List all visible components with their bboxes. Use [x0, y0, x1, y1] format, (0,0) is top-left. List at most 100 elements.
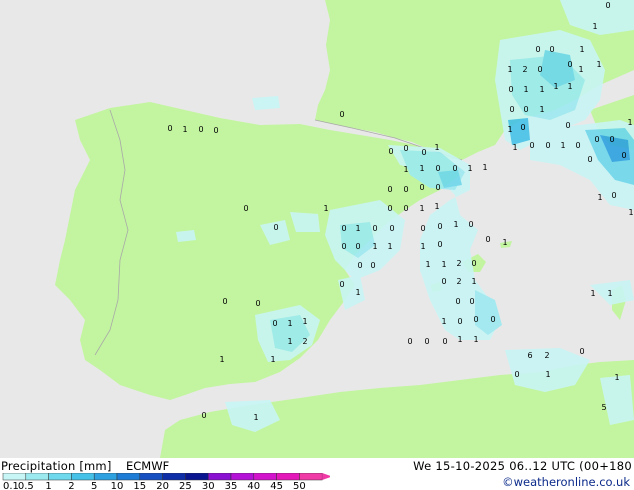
value-label: 0	[455, 297, 460, 306]
value-label: 1	[403, 165, 408, 174]
scale-swatch	[162, 473, 186, 481]
value-label: 0	[509, 105, 514, 114]
value-label: 0	[407, 337, 412, 346]
value-label: 0	[387, 185, 392, 194]
rain-area	[252, 96, 280, 110]
value-label: 1	[512, 143, 517, 152]
value-label: 0	[508, 85, 513, 94]
forecast-datetime: We 15-10-2025 06..12 UTC (00+180	[413, 459, 632, 473]
value-label: 2	[522, 65, 527, 74]
value-label: 0	[545, 141, 550, 150]
value-label: 1	[355, 288, 360, 297]
scale-label: 0.1	[3, 481, 19, 490]
value-label: 1	[434, 202, 439, 211]
scale-swatch	[230, 473, 255, 481]
value-label: 0	[213, 126, 218, 135]
value-label: 0	[403, 185, 408, 194]
value-label: 1	[453, 220, 458, 229]
value-label: 1	[628, 208, 633, 217]
value-label: 1	[441, 260, 446, 269]
value-label: 0	[387, 204, 392, 213]
value-label: 1	[523, 85, 528, 94]
value-label: 1	[590, 289, 595, 298]
value-label: 0	[424, 337, 429, 346]
precipitation-color-scale: 0.10.5 1 2 5 10 15 20 25 30 35 40 45 50	[2, 473, 330, 490]
value-label: 0	[605, 1, 610, 10]
scale-label: 25	[179, 481, 192, 490]
value-label: 1	[441, 317, 446, 326]
value-label: 1	[597, 193, 602, 202]
value-label: 1	[182, 125, 187, 134]
rain-area	[176, 230, 196, 242]
value-label: 0	[341, 224, 346, 233]
value-label: 5	[601, 403, 606, 412]
scale-label: 1	[45, 481, 51, 490]
value-label: 0	[201, 411, 206, 420]
legend-title: Precipitation [mm]	[1, 459, 112, 473]
value-label: 1	[545, 370, 550, 379]
value-label: 0	[441, 277, 446, 286]
value-label: 0	[419, 183, 424, 192]
value-label: 1	[614, 373, 619, 382]
value-label: 0	[565, 121, 570, 130]
scale-overflow-arrow	[322, 473, 330, 480]
scale-label: 45	[270, 481, 283, 490]
value-label: 0	[255, 299, 260, 308]
value-label: 1	[219, 355, 224, 364]
value-label: 2	[456, 277, 461, 286]
value-label: 1	[502, 238, 507, 247]
value-label: 0	[435, 183, 440, 192]
value-label: 1	[287, 319, 292, 328]
value-label: 0	[587, 155, 592, 164]
scale-swatch	[276, 473, 300, 481]
value-label: 0	[421, 148, 426, 157]
scale-label: 2	[68, 481, 74, 490]
value-label: 1	[482, 163, 487, 172]
scale-swatch	[139, 473, 163, 481]
value-label: 0	[389, 224, 394, 233]
value-label: 1	[457, 335, 462, 344]
value-label: 0	[403, 144, 408, 153]
value-label: 1	[507, 65, 512, 74]
scale-label: 5	[91, 481, 97, 490]
value-label: 1	[539, 85, 544, 94]
scale-swatch	[253, 473, 277, 481]
value-label: 2	[544, 351, 549, 360]
scale-swatch	[48, 473, 72, 481]
value-label: 0	[370, 261, 375, 270]
value-label: 0	[435, 164, 440, 173]
value-label: 1	[434, 143, 439, 152]
value-label: 0	[372, 224, 377, 233]
value-label: 1	[627, 118, 632, 127]
value-label: 0	[490, 315, 495, 324]
value-label: 0	[420, 224, 425, 233]
scale-swatch	[71, 473, 95, 481]
value-label: 0	[442, 337, 447, 346]
scale-label: 40	[247, 481, 260, 490]
scale-swatch	[25, 473, 49, 481]
value-label: 1	[323, 204, 328, 213]
value-label: 2	[302, 337, 307, 346]
value-label: 1	[539, 105, 544, 114]
credit-link[interactable]: ©weatheronline.co.uk	[502, 476, 630, 489]
value-label: 1	[567, 82, 572, 91]
value-label: 1	[302, 317, 307, 326]
value-label: 1	[592, 22, 597, 31]
value-label: 0	[469, 297, 474, 306]
value-label: 1	[553, 82, 558, 91]
value-label: 0	[341, 242, 346, 251]
value-label: 1	[579, 45, 584, 54]
value-label: 0	[523, 105, 528, 114]
value-label: 0	[537, 65, 542, 74]
scale-label: 10	[111, 481, 124, 490]
value-label: 6	[527, 351, 532, 360]
value-label: 0	[575, 141, 580, 150]
value-label: 1	[578, 65, 583, 74]
value-label: 1	[387, 242, 392, 251]
scale-label: 50	[293, 481, 306, 490]
value-label: 0	[621, 151, 626, 160]
value-label: 1	[355, 224, 360, 233]
value-label: 0	[272, 319, 277, 328]
value-label: 0	[388, 147, 393, 156]
value-label: 0	[198, 125, 203, 134]
